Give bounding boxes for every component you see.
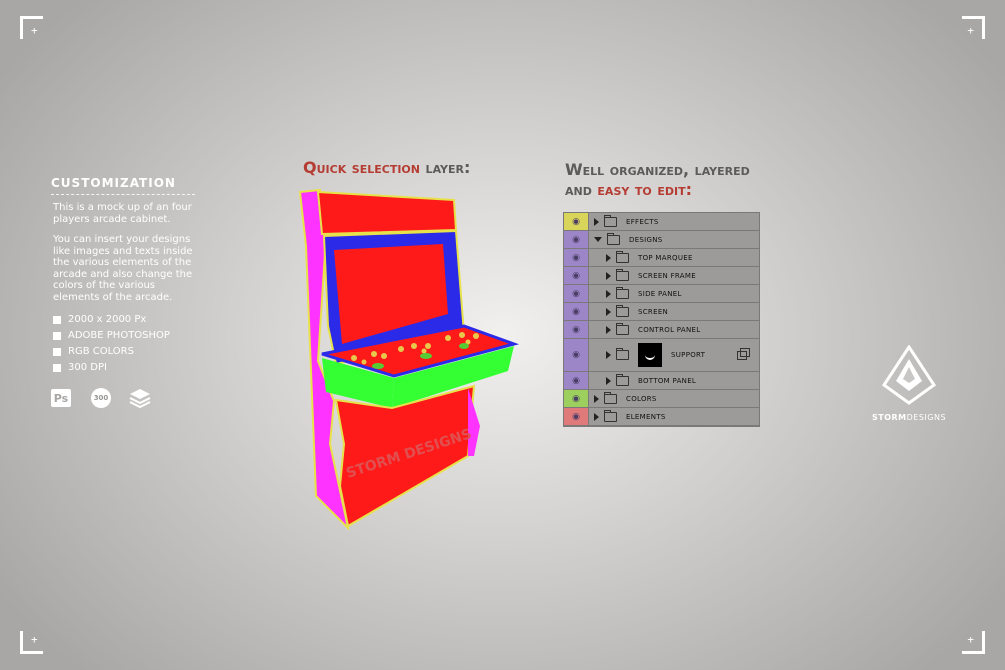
brand-name: STORMDESIGNS [871, 413, 947, 422]
folder-icon [604, 409, 617, 422]
bullet-square-icon [53, 348, 61, 356]
layer-row[interactable]: ◉ DESIGNS [564, 231, 759, 249]
feature-item: RGB COLORS [53, 344, 201, 360]
feature-item: ADOBE PHOTOSHOP [53, 328, 201, 344]
layer-row[interactable]: ◉ COLORS [564, 390, 759, 408]
expand-arrow-icon[interactable] [606, 253, 611, 262]
folder-icon [616, 268, 629, 281]
layer-label: SIDE PANEL [638, 289, 682, 298]
layer-row[interactable]: ◉ BOTTOM PANEL [564, 372, 759, 390]
eye-icon[interactable]: ◉ [564, 249, 589, 266]
layer-label: COLORS [626, 394, 657, 403]
expand-open-icon[interactable] [594, 237, 602, 242]
feature-list: 2000 x 2000 Px ADOBE PHOTOSHOP RGB COLOR… [53, 312, 201, 376]
photoshop-icon: Ps [51, 389, 71, 407]
layer-label: SCREEN FRAME [638, 271, 696, 280]
arcade-cabinet-illustration: STORM DESIGNS [298, 188, 520, 531]
feature-icons: Ps 300 [51, 388, 201, 408]
eye-icon[interactable]: ◉ [564, 231, 589, 248]
eye-icon[interactable]: ◉ [564, 339, 589, 371]
layer-row[interactable]: ◉ SUPPORT [564, 339, 759, 372]
eye-icon[interactable]: ◉ [564, 390, 589, 407]
feature-item: 300 DPI [53, 360, 201, 376]
layer-row[interactable]: ◉ ELEMENTS [564, 408, 759, 426]
layer-label: DESIGNS [629, 235, 663, 244]
bullet-square-icon [53, 316, 61, 324]
layer-label: TOP MARQUEE [638, 253, 693, 262]
storm-logo-icon [881, 344, 937, 405]
dpi-300-icon: 300 [91, 388, 111, 408]
layer-label: CONTROL PANEL [638, 325, 701, 334]
expand-arrow-icon[interactable] [606, 307, 611, 316]
eye-icon[interactable]: ◉ [564, 213, 589, 230]
layer-label: EFFECTS [626, 217, 659, 226]
folder-icon [616, 348, 629, 360]
eye-icon[interactable]: ◉ [564, 285, 589, 302]
expand-arrow-icon[interactable] [594, 412, 599, 421]
eye-icon[interactable]: ◉ [564, 321, 589, 338]
organized-heading: Well organized, layered and easy to edit… [565, 160, 750, 199]
folder-icon [604, 391, 617, 404]
expand-arrow-icon[interactable] [606, 376, 611, 385]
eye-icon[interactable]: ◉ [564, 372, 589, 389]
expand-arrow-icon[interactable] [606, 351, 611, 359]
folder-icon [616, 304, 629, 317]
quick-selection-heading: Quick selection layer: [303, 158, 471, 177]
customization-title: CUSTOMIZATION [51, 176, 176, 190]
folder-icon [607, 232, 620, 245]
expand-arrow-icon[interactable] [606, 325, 611, 334]
eye-icon[interactable]: ◉ [564, 267, 589, 284]
layers-panel: ◉ EFFECTS ◉ DESIGNS ◉ TOP MARQUEE ◉ SCREEN FRAM… [563, 212, 760, 427]
layer-row[interactable]: ◉ EFFECTS [564, 213, 759, 231]
smart-object-icon [737, 347, 750, 360]
corner-mark-bottom-left: + [20, 631, 43, 654]
storm-designs-logo: STORMDESIGNS [866, 344, 952, 422]
eye-icon[interactable]: ◉ [564, 408, 589, 425]
folder-icon [616, 322, 629, 335]
layer-row[interactable]: ◉ TOP MARQUEE [564, 249, 759, 267]
layer-thumbnail [638, 343, 662, 367]
layer-row[interactable]: ◉ SIDE PANEL [564, 285, 759, 303]
expand-arrow-icon[interactable] [606, 289, 611, 298]
corner-mark-bottom-right: + [962, 631, 985, 654]
layers-icon [129, 389, 151, 408]
eye-icon[interactable]: ◉ [564, 303, 589, 320]
description-2: You can insert your designs like images … [53, 234, 193, 303]
customization-panel: CUSTOMIZATION This is a mock up of an fo… [51, 176, 201, 408]
layer-label: ELEMENTS [626, 412, 666, 421]
layer-label: SUPPORT [671, 351, 706, 359]
expand-arrow-icon[interactable] [606, 271, 611, 280]
folder-icon [616, 250, 629, 263]
layer-label: SCREEN [638, 307, 669, 316]
feature-item: 2000 x 2000 Px [53, 312, 201, 328]
expand-arrow-icon[interactable] [594, 394, 599, 403]
title-divider [51, 194, 195, 195]
layer-label: BOTTOM PANEL [638, 376, 697, 385]
expand-arrow-icon[interactable] [594, 217, 599, 226]
bullet-square-icon [53, 332, 61, 340]
layer-row[interactable]: ◉ SCREEN [564, 303, 759, 321]
folder-icon [616, 286, 629, 299]
folder-icon [604, 214, 617, 227]
description-1: This is a mock up of an four players arc… [53, 202, 192, 225]
corner-mark-top-right: + [962, 16, 985, 39]
layer-row[interactable]: ◉ SCREEN FRAME [564, 267, 759, 285]
folder-icon [616, 373, 629, 386]
layer-row[interactable]: ◉ CONTROL PANEL [564, 321, 759, 339]
corner-mark-top-left: + [20, 16, 43, 39]
cabinet-kick-right [468, 388, 480, 456]
bullet-square-icon [53, 364, 61, 372]
cabinet-top-marquee [316, 190, 458, 236]
